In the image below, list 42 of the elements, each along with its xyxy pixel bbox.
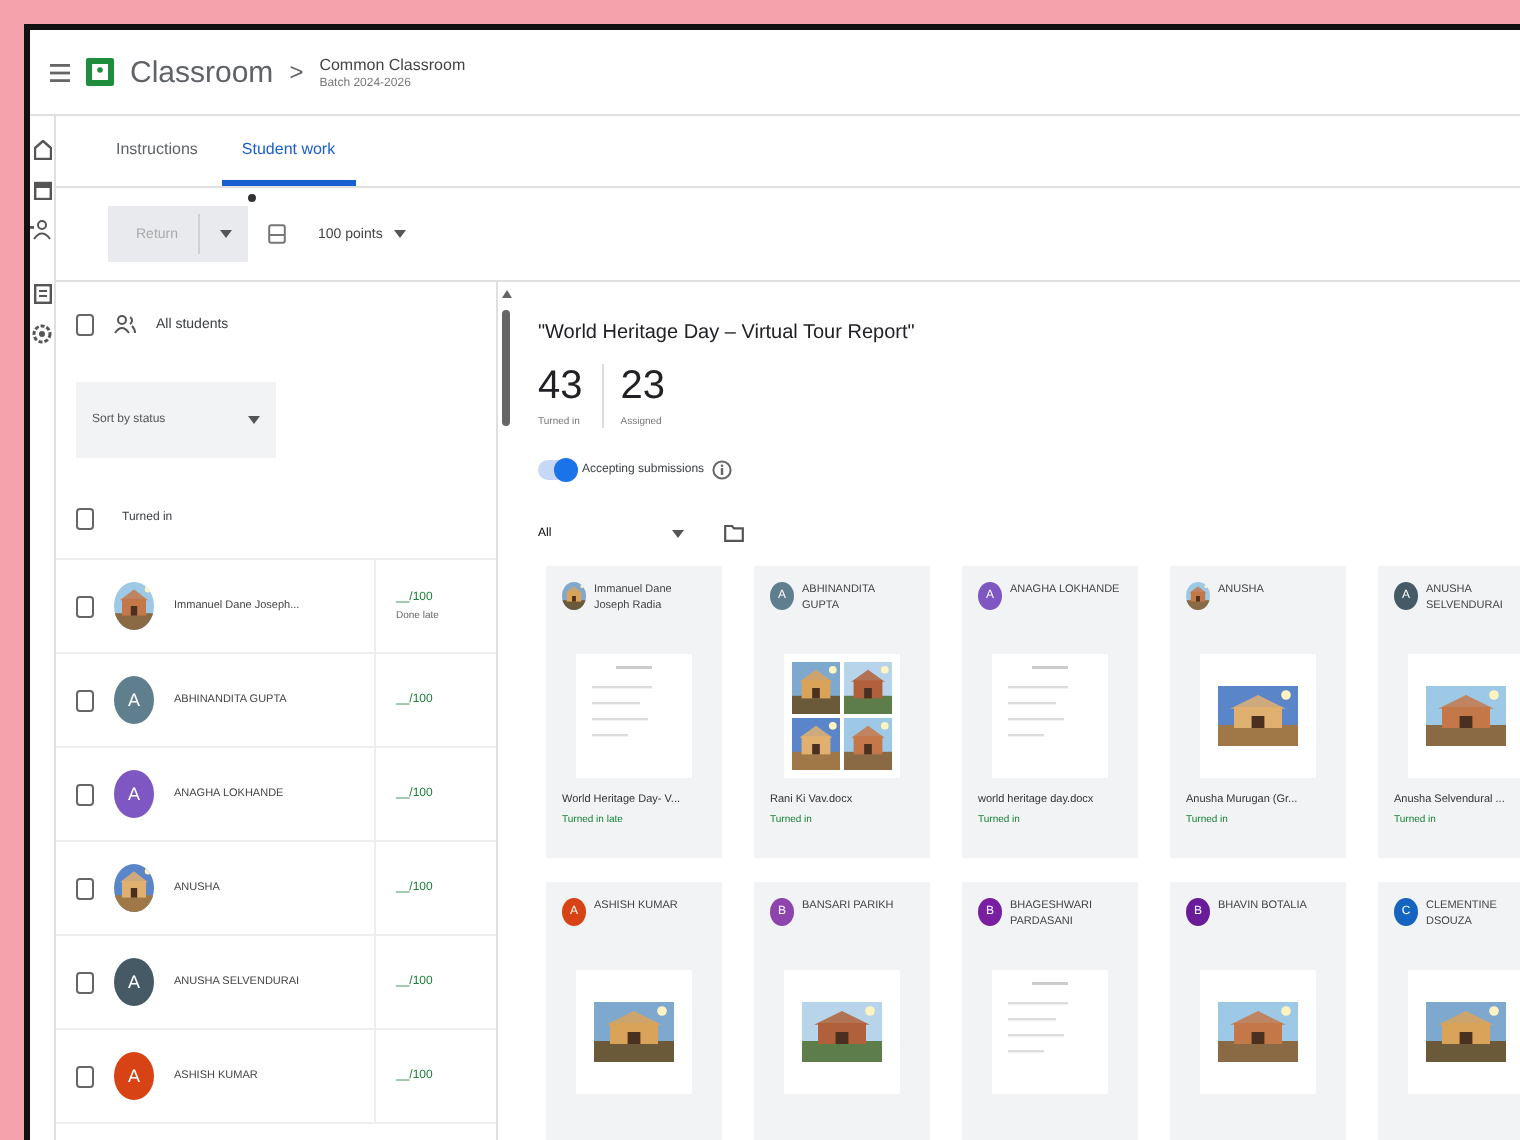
stat-value: 23 — [620, 364, 665, 410]
checkbox[interactable] — [76, 783, 94, 805]
checkbox[interactable] — [76, 971, 94, 993]
home-icon[interactable] — [33, 140, 51, 160]
toggle-switch[interactable] — [538, 460, 574, 480]
people-icon[interactable] — [30, 220, 54, 240]
settings-icon[interactable] — [32, 324, 52, 344]
checkbox[interactable] — [76, 507, 94, 529]
tab[interactable]: Student work — [221, 116, 356, 186]
assignment-title: "World Heritage Day – Virtual Tour Report" — [538, 322, 917, 344]
people-icon — [114, 314, 136, 334]
product-name[interactable]: Classroom — [130, 55, 274, 89]
calendar-icon[interactable] — [33, 180, 51, 200]
document-thumbnail — [992, 970, 1108, 1094]
document-icon[interactable] — [33, 284, 51, 304]
avatar: A — [114, 676, 154, 724]
avatar: A — [114, 958, 154, 1006]
tab[interactable]: Instructions — [96, 116, 218, 186]
notification-dot — [248, 194, 257, 202]
avatar: A — [114, 1052, 154, 1100]
scrollbar-thumb[interactable] — [502, 310, 510, 426]
stat-value: 43 — [538, 364, 583, 410]
dropdown-arrow-icon — [671, 529, 684, 537]
folder-icon[interactable] — [723, 524, 744, 542]
scroll-up-icon[interactable] — [501, 290, 511, 298]
dropdown-arrow-icon — [248, 416, 260, 424]
checkbox[interactable] — [76, 595, 94, 617]
checkbox[interactable] — [76, 1065, 94, 1087]
document-thumbnail — [576, 654, 692, 778]
info-icon[interactable] — [712, 460, 733, 480]
classroom-logo-icon[interactable] — [86, 58, 114, 86]
class-name[interactable]: Common Classroom — [319, 55, 466, 73]
checkbox[interactable] — [76, 877, 94, 899]
checkbox[interactable] — [76, 313, 94, 335]
tray-icon[interactable] — [268, 224, 287, 244]
avatar: A — [114, 770, 154, 818]
dropdown-arrow-icon — [394, 230, 407, 238]
menu-icon[interactable] — [50, 63, 70, 81]
document-thumbnail — [992, 654, 1108, 778]
breadcrumb-separator: > — [289, 58, 304, 86]
checkbox[interactable] — [76, 689, 94, 711]
dropdown-arrow-icon — [220, 230, 233, 238]
